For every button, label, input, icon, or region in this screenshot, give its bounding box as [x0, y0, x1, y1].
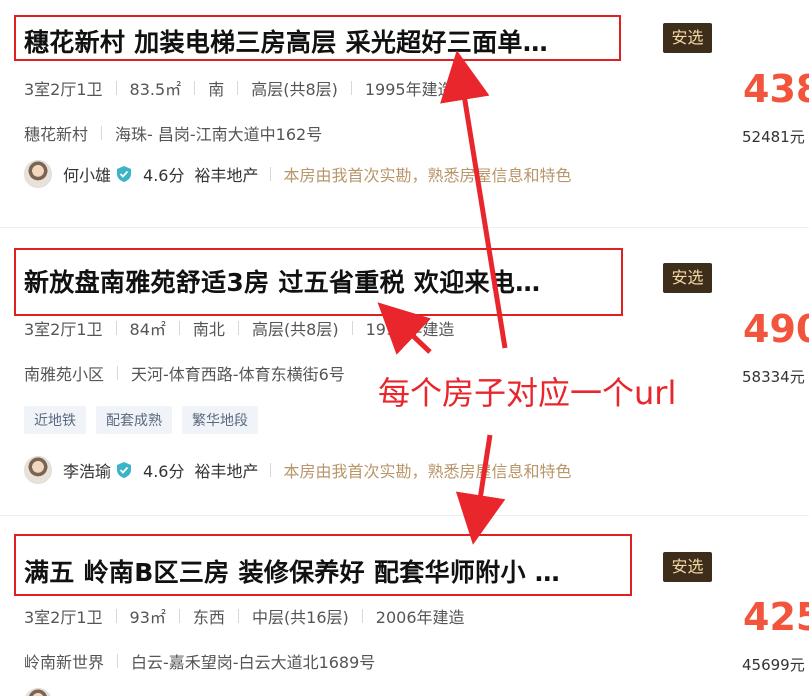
annotation-arrows: [377, 50, 508, 545]
arrow-to-listing-2: [377, 302, 432, 355]
arrow-to-listing-3: [455, 434, 506, 545]
annotation-text: 每个房子对应一个url: [378, 374, 677, 412]
arrow-to-listing-1: [440, 50, 508, 349]
